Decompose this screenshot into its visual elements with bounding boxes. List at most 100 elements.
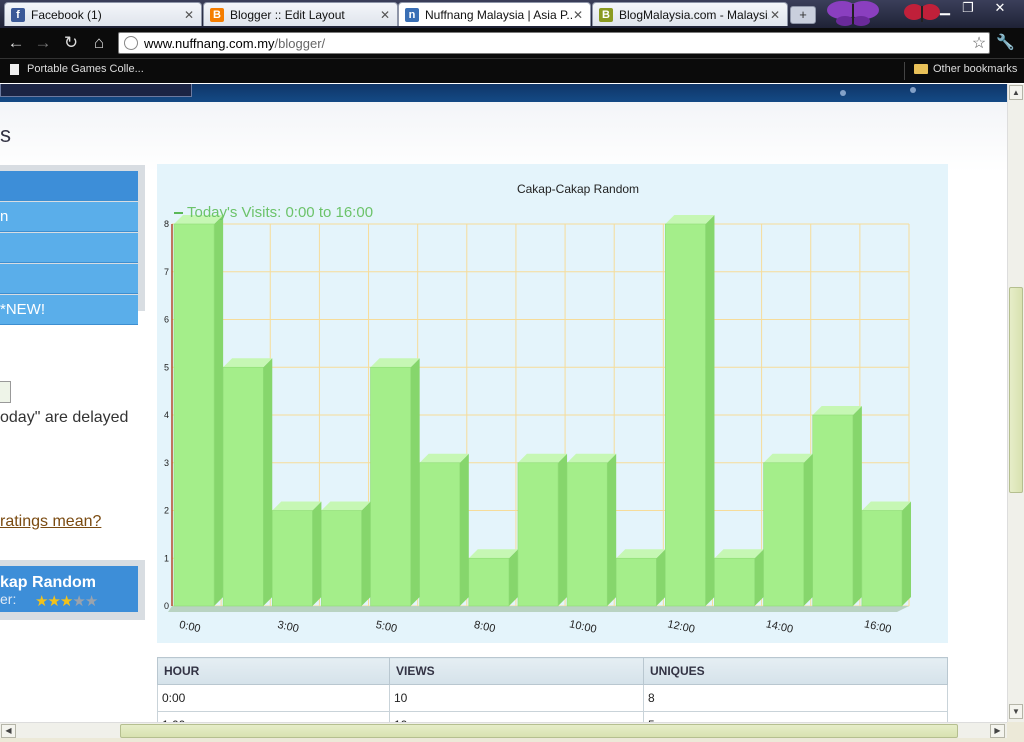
- chart-canvas: 0 1 2 3 4 5 6 7 8 0:00 3:00 5:00 8:00 10:00 12:00 14:00…: [164, 215, 911, 636]
- side-menu-item[interactable]: n: [0, 202, 138, 232]
- reload-icon[interactable]: ↻: [60, 33, 82, 53]
- back-arrow-icon[interactable]: ←: [5, 33, 27, 53]
- url-path: /blogger/: [274, 35, 326, 51]
- forward-arrow-icon[interactable]: →: [32, 33, 54, 53]
- horizontal-scrollbar[interactable]: ◀ ▶: [0, 722, 1007, 738]
- vertical-scroll-thumb[interactable]: [1009, 287, 1023, 493]
- facebook-icon: f: [11, 7, 25, 22]
- side-menu-item[interactable]: [0, 264, 138, 294]
- tab-blogger[interactable]: B Blogger :: Edit Layout ✕: [203, 2, 398, 26]
- bar: [173, 223, 215, 607]
- wrench-menu-icon[interactable]: 🔧: [996, 33, 1015, 51]
- bar-side: [852, 406, 862, 606]
- y-tick-label: 0: [164, 601, 169, 611]
- column-header: UNIQUES: [643, 657, 948, 685]
- y-tick-label: 4: [164, 410, 169, 420]
- vertical-scrollbar[interactable]: ▲ ▼: [1007, 84, 1024, 722]
- scroll-up-icon[interactable]: ▲: [1009, 85, 1023, 100]
- side-menu-item[interactable]: [0, 171, 138, 201]
- visits-table: HOUR VIEWS UNIQUES 0:001081:00105: [157, 657, 948, 722]
- bar-side: [607, 453, 617, 606]
- chart-floor: [168, 606, 909, 612]
- close-tab-icon[interactable]: ✕: [572, 8, 584, 22]
- bar: [468, 557, 510, 607]
- url-text[interactable]: www.nuffnang.com.my/blogger/: [144, 36, 969, 51]
- bar: [222, 366, 264, 607]
- home-icon[interactable]: ⌂: [88, 33, 110, 53]
- other-bookmarks[interactable]: Other bookmarks: [914, 63, 1017, 75]
- side-menu-item-new[interactable]: *NEW!: [0, 295, 138, 325]
- bar: [714, 557, 755, 607]
- tab-title: Nuffnang Malaysia | Asia P...: [425, 7, 572, 22]
- bar: [665, 223, 706, 607]
- edit-icon[interactable]: [0, 381, 11, 403]
- scroll-right-icon[interactable]: ▶: [990, 724, 1005, 738]
- rater-label: er:: [0, 591, 17, 607]
- x-tick-label: 5:00: [375, 619, 398, 635]
- bookmark-star-icon[interactable]: ☆: [969, 33, 989, 53]
- bar-side: [508, 549, 518, 606]
- url-host: www.nuffnang.com.my: [144, 35, 275, 51]
- address-bar[interactable]: www.nuffnang.com.my/blogger/ ☆: [118, 32, 990, 54]
- y-tick-label: 8: [164, 219, 169, 229]
- table-cell: 10: [389, 711, 644, 722]
- close-tab-icon[interactable]: ✕: [183, 8, 195, 22]
- table-cell: 8: [643, 684, 948, 712]
- table-cell: 0:00: [157, 684, 390, 712]
- bar: [812, 414, 854, 607]
- scroll-left-icon[interactable]: ◀: [1, 724, 16, 738]
- bookmark-item[interactable]: Portable Games Colle...: [10, 63, 144, 75]
- restore-button[interactable]: ❐: [953, 0, 983, 18]
- butterfly-decoration-icon: [827, 1, 879, 26]
- tab-facebook[interactable]: f Facebook (1) ✕: [4, 2, 202, 26]
- blog-card: kap Random er: ★★★★★: [0, 560, 145, 620]
- x-tick-label: 8:00: [473, 619, 496, 635]
- bar-side: [361, 501, 371, 606]
- banner-sparkle: [840, 90, 846, 96]
- banner-sparkle: [910, 87, 916, 93]
- bar: [370, 366, 411, 607]
- bar-side: [754, 549, 764, 606]
- bar: [615, 557, 657, 607]
- table-cell: 1:00: [157, 711, 390, 722]
- table-row: 1:00105: [157, 711, 948, 722]
- page-content: s n *NEW! oday" are delayed ratings mean…: [0, 84, 1007, 722]
- star-empty-icon: ★: [72, 593, 85, 610]
- table-cell: 5: [643, 711, 948, 722]
- bar-side: [656, 549, 666, 606]
- y-tick-label: 2: [164, 506, 169, 516]
- bar-side: [803, 453, 813, 606]
- bar-side: [459, 453, 469, 606]
- horizontal-scroll-thumb[interactable]: [120, 724, 958, 738]
- side-menu: n *NEW!: [0, 165, 145, 325]
- bar-side: [705, 215, 715, 606]
- y-tick-label: 3: [164, 458, 169, 468]
- bar-side: [410, 358, 420, 606]
- legend-label: Today's Visits: 0:00 to 16:00: [187, 204, 374, 221]
- tab-nuffnang[interactable]: n Nuffnang Malaysia | Asia P... ✕: [398, 2, 591, 26]
- table-cell: 10: [389, 684, 644, 712]
- blog-name[interactable]: kap Random: [0, 574, 96, 592]
- browser-toolbar: ← → ↻ ⌂ www.nuffnang.com.my/blogger/ ☆ 🔧: [0, 28, 1024, 58]
- x-tick-label: 12:00: [666, 618, 695, 635]
- column-header: HOUR: [157, 657, 390, 685]
- star-empty-icon: ★: [84, 593, 98, 610]
- bar-side: [312, 501, 322, 606]
- scroll-down-icon[interactable]: ▼: [1009, 704, 1023, 719]
- ratings-help-link[interactable]: ratings mean?: [0, 513, 101, 531]
- side-menu-item[interactable]: [0, 233, 138, 263]
- star-filled-icon: ★: [35, 593, 48, 610]
- chart-title: Cakap-Cakap Random: [516, 182, 640, 196]
- close-window-button[interactable]: ✕: [983, 0, 1017, 18]
- new-tab-button[interactable]: +: [790, 6, 816, 24]
- header-box: [0, 84, 192, 97]
- bar: [566, 462, 608, 607]
- y-tick-label: 1: [164, 553, 169, 563]
- y-tick-label: 7: [164, 267, 169, 277]
- table-header-row: HOUR VIEWS UNIQUES: [157, 657, 948, 685]
- rating-stars: ★★★★★: [35, 592, 98, 610]
- close-tab-icon[interactable]: ✕: [769, 8, 781, 22]
- close-tab-icon[interactable]: ✕: [379, 8, 391, 22]
- tab-blogmalaysia[interactable]: B BlogMalaysia.com - Malaysi... ✕: [592, 2, 788, 26]
- bookmark-separator: [904, 62, 905, 80]
